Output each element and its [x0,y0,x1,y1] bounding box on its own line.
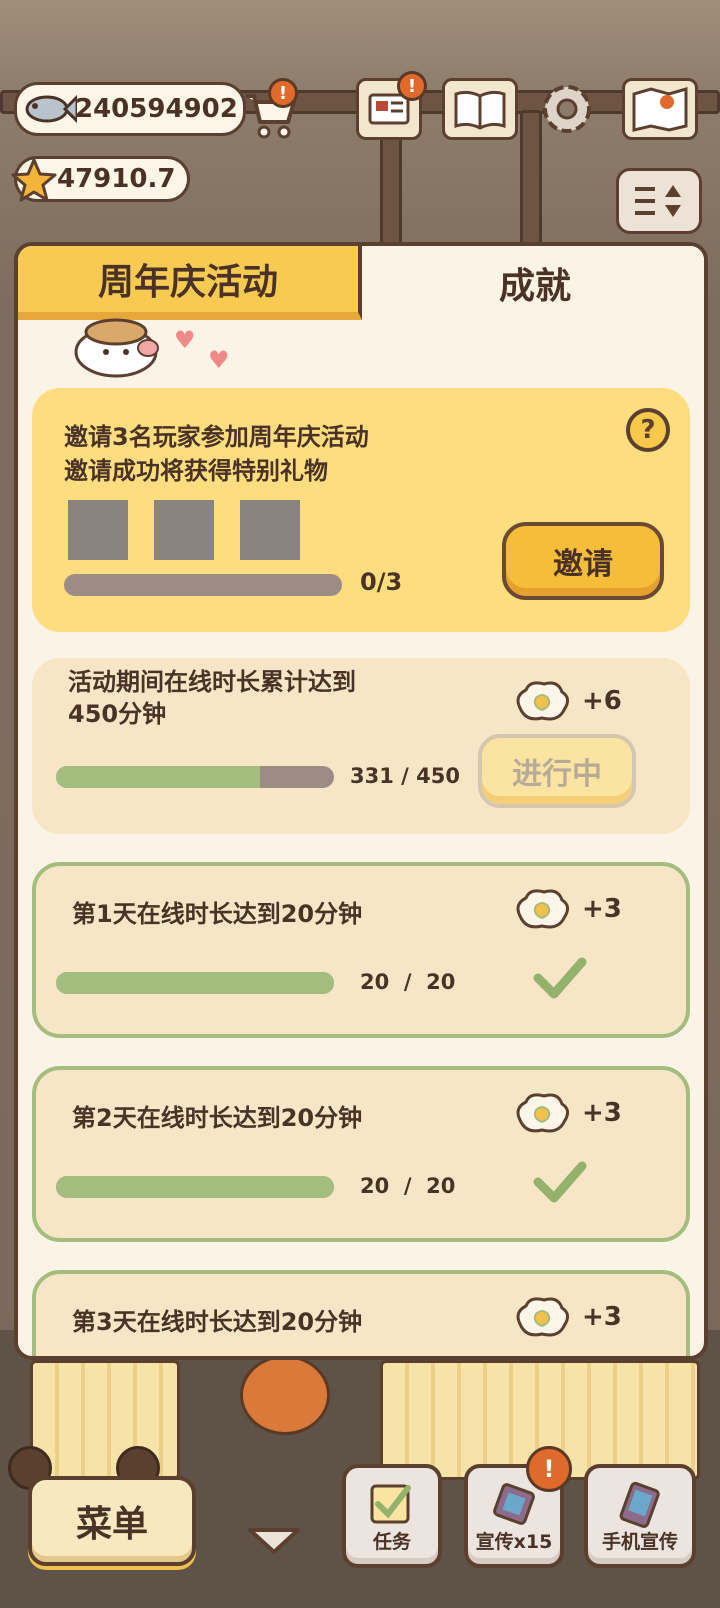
progress-total: 450 [416,764,460,788]
anniversary-panel: 周年庆活动 成就 ♥ ♥ 邀请3名玩家参加周年庆活动 邀请成功将获得特别礼物 ?… [14,242,708,1360]
star-currency: 47910.7 [11,156,190,202]
invite-slot [68,500,128,560]
fish-icon [25,94,77,124]
reward-amount: +6 [582,686,622,716]
book-button[interactable] [442,78,518,140]
promo-button-label: 宣传x15 [475,1531,553,1553]
progress-total: 20 [426,970,456,994]
task-title-line: 活动期间在线时长累计达到 [68,668,356,696]
fish-currency: 240594902 [14,82,246,136]
invite-progress-text: 0/3 [360,568,403,596]
invite-button[interactable]: 邀请 [502,522,664,600]
progress-total: 20 [426,1174,456,1198]
task-title-line: 450分钟 [68,700,167,728]
progress-fill [56,972,334,994]
heart-icon: ♥ [174,326,196,354]
map-button[interactable] [622,78,698,140]
heart-icon: ♥ [208,346,230,374]
mascot-illustration [74,318,159,378]
sort-button[interactable] [616,168,702,234]
tab-achievements[interactable]: 成就 [362,246,704,320]
mail-button[interactable]: ! [356,71,427,140]
task-progress-text: 331 / 450 [350,764,460,788]
invite-title-line: 邀请成功将获得特别礼物 [64,457,328,485]
phone-icon [619,1481,660,1528]
promo-button[interactable]: 宣传x15 ! [464,1446,572,1568]
map-icon [632,86,688,132]
invite-slot [240,500,300,560]
gear-icon [543,85,591,133]
sort-icon [635,185,681,217]
task-title: 第3天在线时长达到20分钟 [72,1308,363,1336]
star-count: 47910.7 [57,164,176,194]
invite-title: 邀请3名玩家参加周年庆活动 邀请成功将获得特别礼物 [64,420,369,488]
task-progress-bar [56,766,334,788]
invite-title-line: 邀请3名玩家参加周年庆活动 [64,423,369,451]
progress-current: 20 [360,970,390,994]
menu-button[interactable]: 菜单 [28,1476,196,1566]
in-progress-button[interactable]: 进行中 [478,734,636,808]
invite-progress-bar [64,574,342,596]
task-progress-text: 20 / 20 [360,1174,456,1198]
task-progress-text: 20 / 20 [360,970,456,994]
progress-current: 331 [350,764,394,788]
task-card-day-2: 第2天在线时长达到20分钟 +3 20 / 20 [32,1066,690,1242]
task-card-day-1: 第1天在线时长达到20分钟 +3 20 / 20 [32,862,690,1038]
progress-fill [56,1176,334,1198]
task-reward: +3 [512,886,622,932]
reward-amount: +3 [582,1098,622,1128]
star-icon [11,158,57,202]
popcorn-reward-icon [516,1093,569,1133]
progress-fill [56,766,261,788]
task-title: 活动期间在线时长累计达到 450分钟 [68,666,356,730]
task-title: 第2天在线时长达到20分钟 [72,1104,363,1132]
chevron-down-icon[interactable] [246,1526,302,1556]
tab-anniversary-event[interactable]: 周年庆活动 [18,246,362,320]
check-icon [533,957,587,999]
phone-promo-button[interactable]: 手机宣传 [584,1464,696,1568]
task-button[interactable]: 任务 [342,1464,442,1568]
fish-count: 240594902 [75,94,238,124]
help-icon[interactable]: ? [626,408,670,452]
reward-amount: +3 [582,1302,622,1332]
alert-badge: ! [397,71,427,101]
popcorn-reward-icon [516,1297,569,1337]
progress-current: 20 [360,1174,390,1198]
task-card-day-3: 第3天在线时长达到20分钟 +3 [32,1270,690,1356]
task-title: 第1天在线时长达到20分钟 [72,900,363,928]
promo-ticket-icon [493,1483,535,1525]
popcorn-reward-icon [516,681,569,721]
popcorn-reward-icon [516,889,569,929]
alert-badge: ! [526,1446,572,1492]
task-reward: +6 [512,678,622,724]
invite-card: 邀请3名玩家参加周年庆活动 邀请成功将获得特别礼物 ? 0/3 邀请 [32,388,690,632]
reward-amount: +3 [582,894,622,924]
task-progress-bar [56,1176,334,1198]
shop-button[interactable]: ! [240,78,300,140]
task-card-cumulative: 活动期间在线时长累计达到 450分钟 +6 331 / 450 进行中 [32,658,690,834]
alert-badge: ! [268,78,298,108]
check-icon [533,1161,587,1203]
invite-slot [154,500,214,560]
task-checklist-icon [370,1484,411,1524]
task-reward: +3 [512,1294,622,1340]
task-reward: +3 [512,1090,622,1136]
phone-promo-label: 手机宣传 [601,1531,678,1553]
settings-button[interactable] [536,78,598,140]
pumpkin-decoration [240,1355,330,1435]
task-button-label: 任务 [372,1531,411,1553]
task-progress-bar [56,972,334,994]
book-icon [454,90,506,130]
